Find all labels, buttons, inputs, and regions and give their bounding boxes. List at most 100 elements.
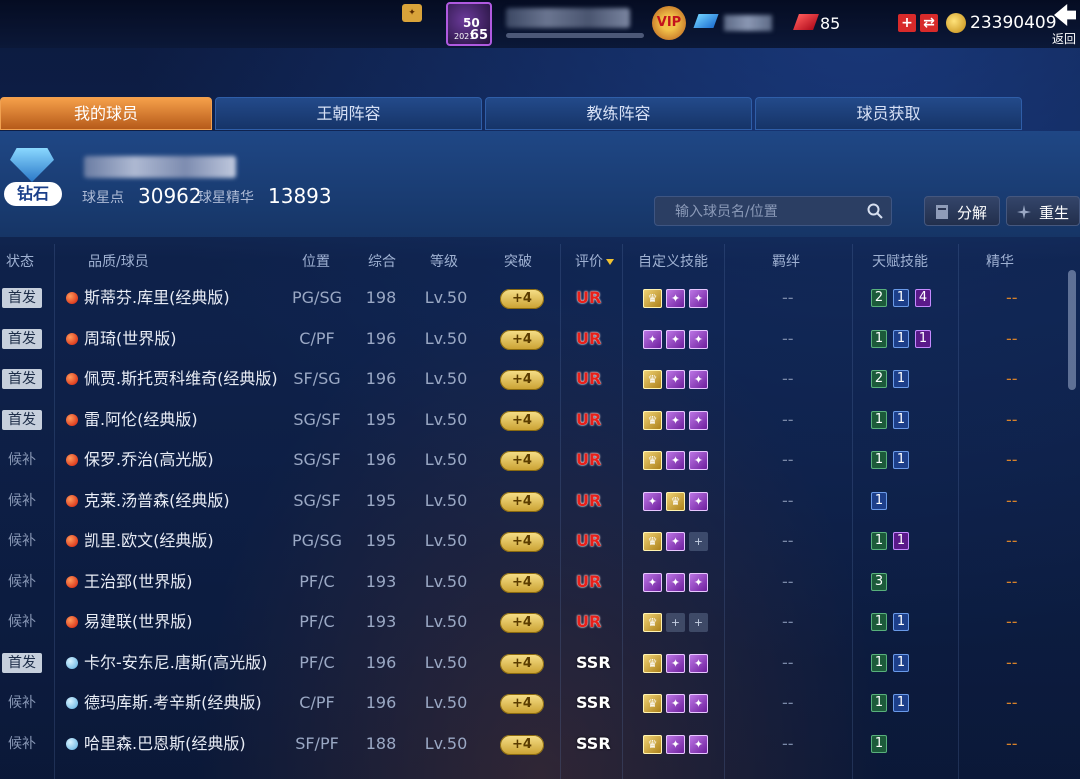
scrollbar[interactable] <box>1068 270 1076 390</box>
gift-icon[interactable]: ✦ <box>402 4 422 22</box>
talent-badge[interactable]: 2 <box>871 289 887 307</box>
vip-badge[interactable]: VIP <box>652 6 686 40</box>
skill-icon[interactable]: ✦ <box>666 410 685 430</box>
player-name[interactable]: 斯蒂芬.库里(经典版) <box>84 278 230 318</box>
table-row[interactable]: 首发 卡尔-安东尼.唐斯(高光版) PF/C 196 Lv.50 +4 SSR ♛ ✦ ✦ -- 1 1… <box>0 643 1068 683</box>
talent-badge[interactable]: 1 <box>915 329 931 348</box>
player-name[interactable]: 克莱.汤普森(经典版) <box>84 481 230 521</box>
table-row[interactable]: 候补 易建联(世界版) PF/C 193 Lv.50 +4 UR ♛ + + -- 1 1 -- <box>0 602 1068 642</box>
skill-icon[interactable]: ✦ <box>689 694 708 713</box>
table-row[interactable]: 候补 王治郅(世界版) PF/C 193 Lv.50 +4 UR ✦ ✦ ✦ -- 3 -- <box>0 562 1068 602</box>
col-overall[interactable]: 综合 <box>368 251 396 271</box>
back-button[interactable]: 返回 <box>1050 2 1080 46</box>
skill-icon[interactable]: ✦ <box>666 289 685 308</box>
skill-icon[interactable]: ♛ <box>643 694 662 713</box>
empty-skill-slot-icon[interactable]: + <box>666 613 685 632</box>
talent-badge[interactable]: 1 <box>893 289 909 307</box>
player-name[interactable]: 雷.阿伦(经典版) <box>84 400 198 440</box>
skill-icon[interactable]: ✦ <box>643 329 662 349</box>
table-row[interactable]: 首发 雷.阿伦(经典版) SG/SF 195 Lv.50 +4 UR ♛ ✦ ✦ -- 1 1 -- <box>0 400 1068 440</box>
skill-icon[interactable]: ✦ <box>689 653 708 673</box>
decompose-button[interactable]: 分解 <box>924 196 1000 226</box>
skill-icon[interactable]: ✦ <box>666 329 685 349</box>
col-quality-player[interactable]: 品质/球员 <box>88 251 149 271</box>
skill-icon[interactable]: ✦ <box>666 734 685 754</box>
tab-player-acquire[interactable]: 球员获取 <box>755 97 1022 130</box>
player-name[interactable]: 凯里.欧文(经典版) <box>84 521 214 561</box>
talent-badge[interactable]: 1 <box>893 410 909 429</box>
talent-badge[interactable]: 1 <box>893 613 909 631</box>
talent-badge[interactable]: 1 <box>871 532 887 550</box>
skill-icon[interactable]: ✦ <box>689 410 708 430</box>
skill-icon[interactable]: ♛ <box>643 410 662 430</box>
col-level[interactable]: 等级 <box>430 251 458 271</box>
skill-icon[interactable]: ✦ <box>689 329 708 349</box>
talent-badge[interactable]: 1 <box>893 370 909 388</box>
player-name[interactable]: 佩贾.斯托贾科维奇(经典版) <box>84 359 278 399</box>
talent-badge[interactable]: 1 <box>871 491 887 510</box>
col-position[interactable]: 位置 <box>302 251 330 271</box>
table-row[interactable]: 候补 保罗.乔治(高光版) SG/SF 196 Lv.50 +4 UR ♛ ✦ ✦ -- 1 1 -- <box>0 440 1068 480</box>
player-name[interactable]: 哈里森.巴恩斯(经典版) <box>84 724 246 764</box>
talent-badge[interactable]: 1 <box>893 329 909 348</box>
tab-dynasty-lineup[interactable]: 王朝阵容 <box>215 97 482 130</box>
table-row[interactable]: 候补 凯里.欧文(经典版) PG/SG 195 Lv.50 +4 UR ♛ ✦ + -- 1 1 -- <box>0 521 1068 561</box>
talent-badge[interactable]: 1 <box>893 653 909 672</box>
skill-icon[interactable]: ✦ <box>689 289 708 308</box>
skill-icon[interactable]: ♛ <box>643 653 662 673</box>
table-row[interactable]: 首发 周琦(世界版) C/PF 196 Lv.50 +4 UR ✦ ✦ ✦ -- 1 1 1 -- <box>0 319 1068 359</box>
player-name[interactable]: 卡尔-安东尼.唐斯(高光版) <box>84 643 267 683</box>
col-bond[interactable]: 羁绊 <box>772 251 800 271</box>
table-row[interactable]: 候补 哈里森.巴恩斯(经典版) SF/PF 188 Lv.50 +4 SSR ♛ ✦ ✦ -- 1 -- <box>0 724 1068 764</box>
exchange-button[interactable]: ⇄ <box>920 14 938 32</box>
talent-badge[interactable]: 1 <box>893 451 909 469</box>
table-row[interactable]: 候补 克莱.汤普森(经典版) SG/SF 195 Lv.50 +4 UR ✦ ♛ ✦ -- 1 -- <box>0 481 1068 521</box>
rebirth-button[interactable]: 重生 <box>1006 196 1080 226</box>
col-essence[interactable]: 精华 <box>986 251 1014 271</box>
table-row[interactable]: 首发 斯蒂芬.库里(经典版) PG/SG 198 Lv.50 +4 UR ♛ ✦ ✦ -- 2 1 4 -- <box>0 278 1068 318</box>
empty-skill-slot-icon[interactable]: + <box>689 532 708 551</box>
talent-badge[interactable]: 1 <box>871 613 887 631</box>
skill-icon[interactable]: ✦ <box>689 491 708 511</box>
search-input[interactable] <box>675 202 865 222</box>
talent-badge[interactable]: 1 <box>871 653 887 672</box>
skill-icon[interactable]: ✦ <box>643 572 662 592</box>
talent-badge[interactable]: 1 <box>871 734 887 753</box>
talent-badge[interactable]: 1 <box>871 451 887 469</box>
talent-badge[interactable]: 4 <box>915 289 931 307</box>
player-avatar[interactable]: 50 2021 65 <box>446 2 492 46</box>
tab-coach-lineup[interactable]: 教练阵容 <box>485 97 752 130</box>
table-row[interactable]: 首发 佩贾.斯托贾科维奇(经典版) SF/SG 196 Lv.50 +4 UR ♛ ✦ ✦ -- 2 1… <box>0 359 1068 399</box>
talent-badge[interactable]: 1 <box>893 532 909 550</box>
talent-badge[interactable]: 3 <box>871 572 887 591</box>
talent-badge[interactable]: 2 <box>871 370 887 388</box>
skill-icon[interactable]: ✦ <box>643 491 662 511</box>
table-row[interactable]: 候补 德玛库斯.考辛斯(经典版) C/PF 196 Lv.50 +4 SSR ♛ ✦ ✦ -- 1 1-… <box>0 683 1068 723</box>
skill-icon[interactable]: ♛ <box>666 491 685 511</box>
skill-icon[interactable]: ✦ <box>666 451 685 470</box>
skill-icon[interactable]: ✦ <box>689 572 708 592</box>
col-status[interactable]: 状态 <box>6 251 34 271</box>
skill-icon[interactable]: ♛ <box>643 613 662 632</box>
col-grade[interactable]: 评价 <box>575 251 614 271</box>
player-name[interactable]: 王治郅(世界版) <box>84 562 193 602</box>
skill-icon[interactable]: ✦ <box>689 370 708 389</box>
skill-icon[interactable]: ♛ <box>643 451 662 470</box>
talent-badge[interactable]: 1 <box>871 410 887 429</box>
talent-badge[interactable]: 1 <box>871 329 887 348</box>
talent-badge[interactable]: 1 <box>893 694 909 712</box>
skill-icon[interactable]: ♛ <box>643 734 662 754</box>
col-breakthrough[interactable]: 突破 <box>504 251 532 271</box>
talent-badge[interactable]: 1 <box>871 694 887 712</box>
skill-icon[interactable]: ✦ <box>666 653 685 673</box>
skill-icon[interactable]: ✦ <box>689 734 708 754</box>
skill-icon[interactable]: ✦ <box>666 532 685 551</box>
player-name[interactable]: 德玛库斯.考辛斯(经典版) <box>84 683 262 723</box>
skill-icon[interactable]: ✦ <box>689 451 708 470</box>
tab-my-players[interactable]: 我的球员 <box>0 97 212 130</box>
skill-icon[interactable]: ♛ <box>643 370 662 389</box>
player-name[interactable]: 保罗.乔治(高光版) <box>84 440 214 480</box>
skill-icon[interactable]: ✦ <box>666 694 685 713</box>
col-talent[interactable]: 天赋技能 <box>872 251 928 271</box>
skill-icon[interactable]: ♛ <box>643 289 662 308</box>
